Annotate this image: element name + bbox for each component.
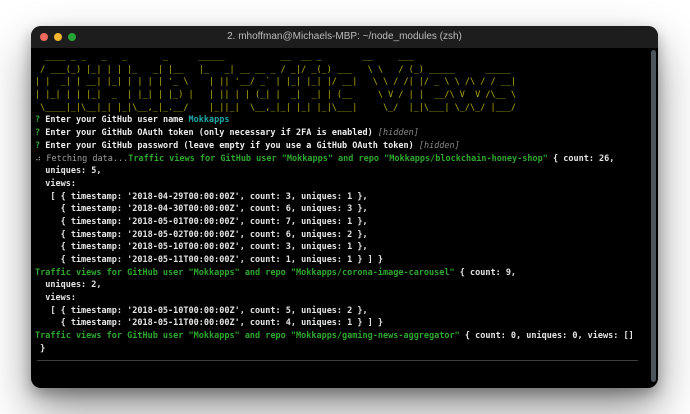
terminal-output: ? Enter your GitHub user name Mokkapps? … [35, 114, 654, 355]
zoom-button[interactable] [68, 33, 76, 41]
terminal-text-segment: Traffic views for GitHub user "Mokkapps"… [128, 153, 548, 164]
terminal-text-segment: { count: 0, uniques: 0, views: [] [459, 331, 634, 342]
terminal-line: { timestamp: '2018-05-01T00:00:00Z', cou… [35, 216, 654, 229]
terminal-text-segment: ? [35, 128, 46, 139]
terminal-text-segment: Enter your GitHub user name [45, 115, 189, 126]
terminal-text-segment: } [35, 343, 46, 354]
terminal-text-segment: Traffic views for GitHub user "Mokkapps"… [35, 267, 455, 278]
terminal-line: ? Enter your GitHub password (leave empt… [35, 140, 654, 153]
minimize-button[interactable] [54, 33, 62, 41]
terminal-text-segment: uniques: 2, [35, 280, 102, 291]
terminal-line: views: [35, 178, 654, 191]
terminal-text-segment: { timestamp: '2018-05-02T00:00:00Z', cou… [35, 229, 368, 240]
terminal-line: uniques: 5, [35, 165, 654, 178]
terminal-text-segment: { count: 9, [454, 267, 517, 278]
terminal-text-segment: ? [35, 140, 46, 151]
terminal-text-segment: Enter your GitHub OAuth token (only nece… [45, 128, 378, 139]
ascii-art-line: | |_| | | |_| _ | |_| | |_) | | || | | (… [35, 90, 517, 101]
terminal-content[interactable]: ____ _ _ _ _ _ _____ __ __ _ __ ___ / __… [31, 49, 658, 388]
terminal-line: views: [35, 292, 654, 305]
ascii-art-line: \____|_|\__|_| |_|\__,_|_.__/ |_||_| \__… [35, 102, 517, 113]
terminal-text-segment: views: [35, 293, 76, 304]
terminal-line: ? Enter your GitHub OAuth token (only ne… [35, 127, 654, 140]
window-title: 2. mhoffman@Michaels-MBP: ~/node_modules… [227, 31, 462, 42]
terminal-window: 2. mhoffman@Michaels-MBP: ~/node_modules… [31, 26, 658, 388]
ascii-art-line: | | _| | __| |_| | | | | '_ \ | || '__/ … [35, 77, 517, 88]
terminal-text-segment: Traffic views for GitHub user "Mokkapps"… [35, 331, 460, 342]
terminal-text-segment: { timestamp: '2018-05-10T00:00:00Z', cou… [35, 242, 368, 253]
terminal-line: [ { timestamp: '2018-05-10T00:00:00Z', c… [35, 305, 654, 318]
terminal-line: { timestamp: '2018-04-30T00:00:00Z', cou… [35, 203, 654, 216]
terminal-text-segment: views: [35, 178, 76, 189]
terminal-text-segment: { timestamp: '2018-05-11T00:00:00Z', cou… [35, 318, 383, 329]
terminal-text-segment: ? [35, 115, 46, 126]
terminal-text-segment: { timestamp: '2018-05-11T00:00:00Z', cou… [35, 255, 383, 265]
terminal-text-segment: Mokkapps [188, 115, 230, 126]
terminal-text-segment: [ { timestamp: '2018-05-10T00:00:00Z', c… [35, 305, 368, 316]
terminal-text-segment: [ { timestamp: '2018-04-29T00:00:00Z', c… [35, 191, 368, 202]
terminal-text-segment: { timestamp: '2018-04-30T00:00:00Z', cou… [35, 204, 368, 215]
terminal-text-segment: { count: 26, [547, 153, 615, 164]
terminal-text-segment: [hidden] [377, 128, 419, 139]
terminal-line: } [35, 343, 654, 356]
terminal-line: { timestamp: '2018-05-10T00:00:00Z', cou… [35, 241, 654, 254]
terminal-text-segment: ⠴ Fetching data... [35, 153, 129, 164]
window-controls [31, 33, 76, 41]
terminal-text-segment: [hidden] [418, 140, 460, 151]
scrollbar-thumb[interactable] [651, 50, 656, 382]
terminal-line: uniques: 2, [35, 279, 654, 292]
close-button[interactable] [40, 33, 48, 41]
ascii-art-line: / ___(_) |_| | | |_ _| |__ |_ _| __ __ _… [35, 64, 517, 75]
terminal-text-segment: Enter your GitHub password (leave empty … [45, 140, 419, 151]
terminal-text-segment: { timestamp: '2018-05-01T00:00:00Z', cou… [35, 216, 368, 227]
terminal-line: { timestamp: '2018-05-02T00:00:00Z', cou… [35, 229, 654, 242]
terminal-line: [ { timestamp: '2018-04-29T00:00:00Z', c… [35, 191, 654, 204]
desktop-background: { "window": { "title": "2. mhoffman@Mich… [0, 0, 690, 414]
ascii-art-line: ____ _ _ _ _ _ _____ __ __ _ __ ___ [35, 52, 511, 62]
terminal-line: Traffic views for GitHub user "Mokkapps"… [35, 330, 654, 343]
terminal-text-segment: uniques: 5, [35, 166, 102, 177]
terminal-line: ? Enter your GitHub user name Mokkapps [35, 114, 654, 127]
command-separator-line [37, 359, 638, 361]
title-bar[interactable]: 2. mhoffman@Michaels-MBP: ~/node_modules… [31, 26, 658, 49]
terminal-line: { timestamp: '2018-05-11T00:00:00Z', cou… [35, 317, 654, 330]
terminal-line: { timestamp: '2018-05-11T00:00:00Z', cou… [35, 254, 654, 267]
terminal-line: Traffic views for GitHub user "Mokkapps"… [35, 267, 654, 280]
terminal-line: ⠴ Fetching data...Traffic views for GitH… [35, 153, 654, 166]
ascii-art-banner: ____ _ _ _ _ _ _____ __ __ _ __ ___ / __… [35, 51, 654, 114]
